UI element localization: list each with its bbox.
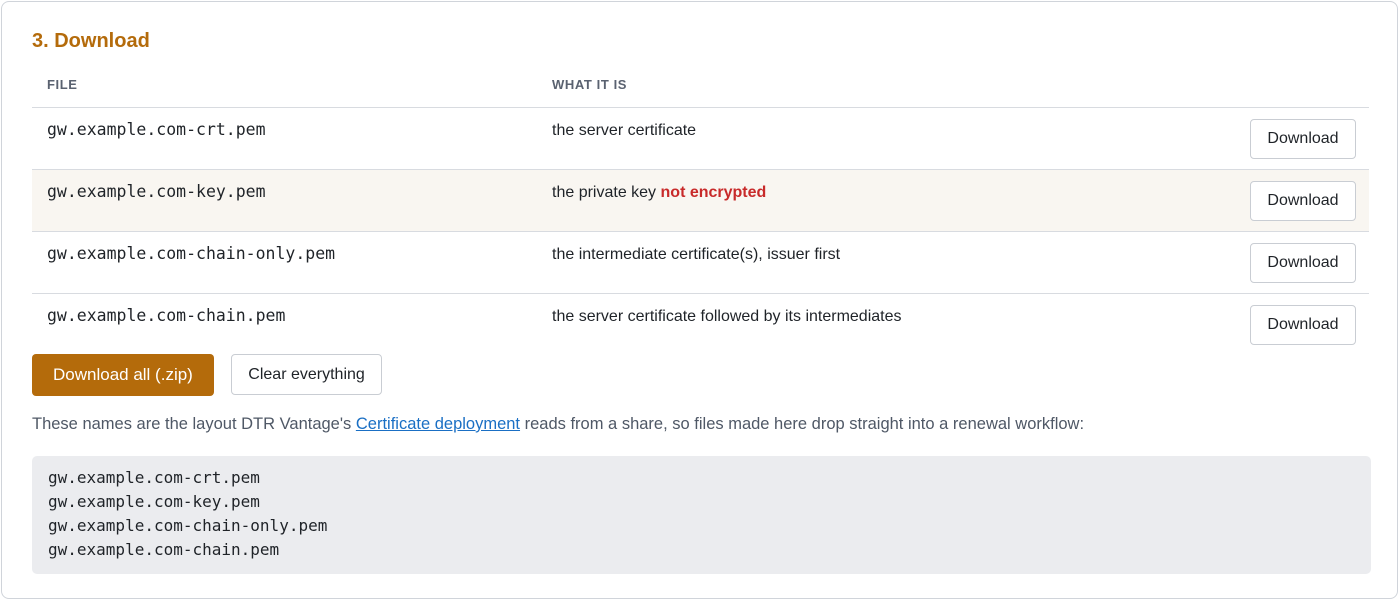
table-row: gw.example.com-chain-only.pem the interm… <box>32 231 1369 294</box>
code-line: gw.example.com-crt.pem <box>48 468 260 487</box>
row-action: Download <box>1227 107 1369 170</box>
download-chain-button[interactable]: Download <box>1250 304 1356 345</box>
description-text: the intermediate certificate(s), issuer … <box>552 245 841 263</box>
table-header-row: FILE WHAT IT IS <box>32 62 1369 108</box>
row-action: Download <box>1227 231 1369 294</box>
column-header-file: FILE <box>32 62 537 108</box>
download-chain-only-button[interactable]: Download <box>1250 242 1356 283</box>
description-text: the server certificate <box>552 121 697 139</box>
code-line: gw.example.com-chain-only.pem <box>48 516 328 535</box>
column-header-what: WHAT IT IS <box>537 62 1227 108</box>
file-name: gw.example.com-key.pem <box>32 169 537 232</box>
download-panel: 3. Download FILE WHAT IT IS gw.example.c… <box>1 1 1398 599</box>
note-text-before: These names are the layout DTR Vantage's <box>32 415 356 433</box>
row-action: Download <box>1227 169 1369 232</box>
table-row: gw.example.com-key.pem the private key n… <box>32 169 1369 232</box>
download-key-button[interactable]: Download <box>1250 180 1356 221</box>
description-text: the private key <box>552 183 657 201</box>
note-text-after: reads from a share, so files made here d… <box>520 415 1085 433</box>
code-line: gw.example.com-chain.pem <box>48 540 280 559</box>
bulk-actions: Download all (.zip) Clear everything <box>32 354 382 396</box>
file-name: gw.example.com-crt.pem <box>32 107 537 170</box>
description-text: the server certificate followed by its i… <box>552 307 902 325</box>
file-description: the server certificate <box>537 107 1227 170</box>
file-name: gw.example.com-chain.pem <box>47 305 286 325</box>
file-list-code-block: gw.example.com-crt.pem gw.example.com-key… <box>32 456 1371 574</box>
file-description: the server certificate followed by its i… <box>537 293 1227 355</box>
table-row: gw.example.com-chain.pem the server cert… <box>32 293 1369 355</box>
code-line: gw.example.com-key.pem <box>48 492 260 511</box>
files-table: FILE WHAT IT IS gw.example.com-crt.pem t… <box>32 62 1369 355</box>
clear-everything-button[interactable]: Clear everything <box>231 354 382 395</box>
column-header-action <box>1227 62 1369 108</box>
file-description: the private key not encrypted <box>537 169 1227 232</box>
certificate-deployment-link[interactable]: Certificate deployment <box>356 415 520 433</box>
not-encrypted-warning: not encrypted <box>660 183 767 201</box>
table-row: gw.example.com-crt.pem the server certif… <box>32 107 1369 170</box>
file-description: the intermediate certificate(s), issuer … <box>537 231 1227 294</box>
download-crt-button[interactable]: Download <box>1250 118 1356 159</box>
section-title: 3. Download <box>32 30 150 52</box>
file-name: gw.example.com-chain-only.pem <box>32 231 537 294</box>
download-all-zip-button[interactable]: Download all (.zip) <box>32 354 214 396</box>
row-action: Download <box>1227 293 1369 355</box>
layout-note: These names are the layout DTR Vantage's… <box>32 415 1084 434</box>
